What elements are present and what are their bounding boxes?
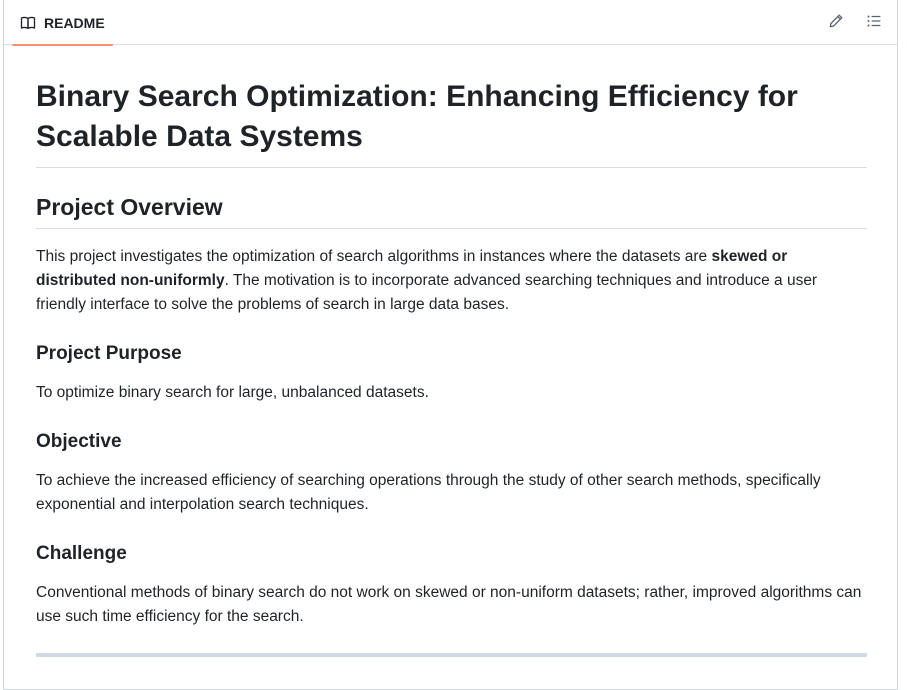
horizontal-rule	[36, 653, 867, 657]
section-challenge: Challenge Conventional methods of binary…	[36, 541, 867, 629]
book-icon	[20, 15, 36, 31]
edit-button[interactable]	[821, 8, 851, 38]
objective-heading: Objective	[36, 431, 122, 452]
tab-readme-label: README	[44, 14, 105, 31]
tab-readme[interactable]: README	[12, 0, 113, 46]
readme-panel: README Binary Search Optimization: Enhan…	[3, 0, 898, 690]
purpose-text: To optimize binary search for large, unb…	[36, 384, 429, 401]
readme-tabbar: README	[4, 0, 897, 46]
outline-button[interactable]	[859, 8, 889, 38]
list-unordered-icon	[866, 13, 882, 34]
readme-actions	[821, 8, 889, 38]
purpose-heading: Project Purpose	[36, 343, 182, 364]
challenge-heading: Challenge	[36, 543, 127, 564]
overview-text-start: This project investigates the optimizati…	[36, 248, 712, 265]
overview-text: This project investigates the optimizati…	[36, 245, 867, 317]
pencil-icon	[828, 13, 844, 34]
readme-content: Binary Search Optimization: Enhancing Ef…	[36, 77, 867, 657]
challenge-text: Conventional methods of binary search do…	[36, 584, 862, 625]
objective-text: To achieve the increased efficiency of s…	[36, 472, 821, 513]
section-objective: Objective To achieve the increased effic…	[36, 429, 867, 517]
overview-heading: Project Overview	[36, 192, 867, 229]
page-title: Binary Search Optimization: Enhancing Ef…	[36, 77, 867, 168]
section-overview: Project Overview This project investigat…	[36, 192, 867, 317]
section-purpose: Project Purpose To optimize binary searc…	[36, 341, 867, 405]
